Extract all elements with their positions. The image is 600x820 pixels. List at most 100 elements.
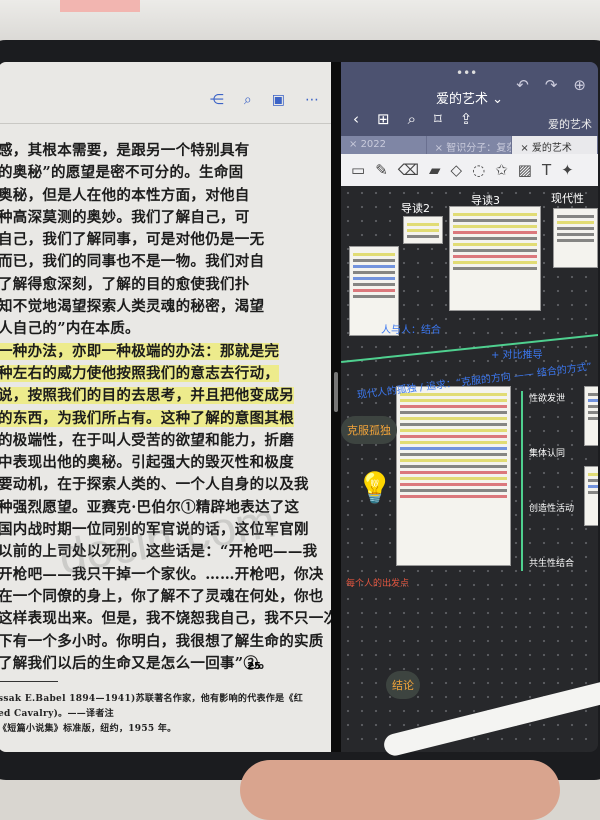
bookmark-icon[interactable]: ⌑ [434,110,442,128]
branch-label: 性欲发泄 [529,394,566,404]
note-canvas[interactable]: 导读2 导读3 现代性 现代人的孤独 / 追求：“克服的方向 —— 结合的方式”… [341,186,598,752]
notes-app-pane: ••• 爱的艺术 ⌄ 爱的艺术 ‹ ⊞ ⌕ ⌑ ⇪ ↶ ↷ ⊕ × 2022 ×… [341,62,598,752]
line-text: 在一个同僚的身上，你了解不了灵魂在何处，你也 [0,587,324,605]
label-blue-note: 人与人：结合 [381,325,441,336]
book-line: 的东西，为我们所占有。这种了解的意图其根 [0,408,331,430]
book-line: 的极端性，在于叫人受苦的欲望和能力，折磨 [0,430,331,452]
line-text: 下有一个多小时。你明白，我很想了解生命的实质 [0,632,324,650]
branch-label: 创造性活动 [529,504,575,514]
side-title[interactable]: 爱的艺术 [548,116,592,132]
line-text: 了解我们以后的生命又是怎么一回事”②。 [0,654,274,672]
text-icon[interactable]: T [542,161,551,179]
book-line: 种左右的威力使他按照我们的意志去行动， [0,363,331,385]
drawing-toolbar: ▭ ✎ ⌫ ▰ ◇ ◌ ✩ ▨ T ✦ [341,154,598,186]
read-mode-icon[interactable]: ▭ [351,161,365,179]
note-clipping-main [396,386,511,566]
line-text: 人自己的”内在本质。 [0,320,140,338]
footnote-rule [0,681,58,683]
line-text: 中表现出他的奥秘。引起强大的毁灭性和极度 [0,454,294,472]
lightbulb-sticker-icon: 💡 [356,471,394,506]
branch-label: 集体认同 [529,449,566,459]
tab-intellectuals[interactable]: × 智识分子：复杂的现代人 [426,136,513,154]
reader-toolbar: ⋲ ⌕ ▣ ⋯ [0,62,331,124]
line-text: 而已，我们的同事也不是一物。我们对自 [0,253,265,271]
label-lead3: 导读3 [471,194,500,207]
split-handle[interactable] [334,372,338,412]
footnotes: ssak E.Babel 1894—1941)苏联著名作家，他有影响的代表作是《… [0,692,331,737]
label-lead2: 导读2 [401,202,430,215]
highlighted-text: 一种办法，亦即一种极端的办法：那就是完 [0,342,280,360]
book-line: 这样表现出来。但是，我不饶恕我自己，我不只一次 [0,608,338,630]
book-line: 了解我们以后的生命又是怎么一回事”②。 [0,653,331,675]
image-icon[interactable]: ▨ [518,161,532,179]
line-text: 感，其根本需要，是跟另一个特别具有 [0,142,250,159]
label-right-top: 现代性 [551,192,584,205]
highlighted-text: 说，按照我们的目的去思考，并且把他变成另 [0,387,294,405]
line-text: 奥秘，但是人在他的本性方面，对他自 [0,186,250,204]
redo-icon[interactable]: ↷ [545,76,558,94]
more-icon[interactable]: ⋯ [305,92,319,108]
notes-header: ••• 爱的艺术 ⌄ 爱的艺术 ‹ ⊞ ⌕ ⌑ ⇪ ↶ ↷ ⊕ [341,62,598,136]
bookmark-icon[interactable]: ▣ [272,92,285,108]
book-line: 在一个同僚的身上，你了解不了灵魂在何处，你也 [0,586,331,608]
share-icon[interactable]: ⋲ [210,92,224,108]
book-line: 的奥秘”的愿望是密不可分的。生命固 [0,162,331,184]
sticky-note [60,0,140,12]
book-line: 下有一个多小时。你明白，我很想了解生命的实质 [0,631,331,653]
label-blue-side: + 对比推导 [491,350,543,361]
footnote: 《短篇小说集》标准版，纽约，1955 年。 [0,724,177,735]
book-line: 知不觉地渴望探索人类灵魂的秘密，渴望 [0,296,331,318]
book-line: 感，其根本需要，是跟另一个特别具有 [0,140,331,162]
highlighter-icon[interactable]: ▰ [429,161,441,179]
search-icon[interactable]: ⌕ [244,92,252,108]
tab-2022[interactable]: × 2022 [341,136,427,154]
document-title[interactable]: 爱的艺术 ⌄ [436,88,503,107]
tab-art-of-loving[interactable]: × 爱的艺术 [512,136,598,154]
eraser-icon[interactable]: ⌫ [398,161,419,179]
section-label: 结论 [386,671,420,699]
laser-pointer-icon[interactable]: ✦ [561,161,574,179]
book-line: 而已，我们的同事也不是一物。我们对自 [0,251,331,273]
note-clipping [584,386,598,446]
shapes-icon[interactable]: ◇ [451,161,463,179]
highlighted-text: 的东西，为我们所占有。这种了解的意图其根 [0,409,294,427]
section-label: 克服孤独 [341,416,397,444]
document-tabs: × 2022 × 智识分子：复杂的现代人 × 爱的艺术 [341,136,598,154]
pen-icon[interactable]: ✎ [375,161,388,179]
book-line: 自己，我们了解同事，可是对他仍是一无 [0,229,331,251]
tablet-device: ⋲ ⌕ ▣ ⋯ 感，其根本需要，是跟另一个特别具有 的奥秘”的愿望是密不可分的。生… [0,40,600,780]
undo-icon[interactable]: ↶ [516,76,529,94]
line-text: 了解得愈深刻，了解的目的愈使我们扑 [0,275,250,293]
sticker-icon[interactable]: ✩ [495,161,508,179]
book-line: 一种办法，亦即一种极端的办法：那就是完 [0,341,331,363]
line-text: 要动机，在于探索人类的、一个人自身的以及我 [0,476,309,494]
book-reader-pane: ⋲ ⌕ ▣ ⋯ 感，其根本需要，是跟另一个特别具有 的奥秘”的愿望是密不可分的。生… [0,62,338,752]
lasso-icon[interactable]: ◌ [472,161,485,179]
book-line: 中表现出他的奥秘。引起强大的毁灭性和极度 [0,452,331,474]
back-icon[interactable]: ‹ [353,110,359,128]
footnote: ed Cavalry)。——译者注 [0,709,114,720]
line-text: 自己，我们了解同事，可是对他仍是一无 [0,231,265,249]
mindmap-bracket [521,391,523,571]
book-line: 要动机，在于探索人类的、一个人自身的以及我 [0,474,331,496]
book-line: 奥秘，但是人在他的本性方面，对他自 [0,185,331,207]
book-line: 了解得愈深刻，了解的目的愈使我们扑 [0,274,331,296]
share-icon[interactable]: ⇪ [460,110,473,128]
book-line: 说，按照我们的目的去思考，并且把他变成另 [0,385,331,407]
footnote: ssak E.Babel 1894—1941)苏联著名作家，他有影响的代表作是《… [0,694,303,705]
note-clipping [584,466,598,526]
section-divider-line [341,333,598,363]
add-page-icon[interactable]: ⊕ [573,76,586,94]
search-icon[interactable]: ⌕ [408,110,416,128]
book-line: 种高深莫测的奥妙。我们了解自己，可 [0,207,331,229]
note-clipping [403,216,443,244]
line-text: 的奥秘”的愿望是密不可分的。生命固 [0,164,244,182]
book-text: 感，其根本需要，是跟另一个特别具有 的奥秘”的愿望是密不可分的。生命固 奥秘，但是人… [0,124,338,737]
line-text: 种高深莫测的奥妙。我们了解自己，可 [0,208,250,226]
highlighted-text: 种左右的威力使他按照我们的意志去行动， [0,364,280,382]
line-text: 知不觉地渴望探索人类灵魂的秘密，渴望 [0,298,265,316]
tablet-screen: ⋲ ⌕ ▣ ⋯ 感，其根本需要，是跟另一个特别具有 的奥秘”的愿望是密不可分的。生… [0,62,598,752]
grid-icon[interactable]: ⊞ [377,110,390,128]
label-red-note: 每个人的出发点 [346,579,410,589]
multitask-dots-icon[interactable]: ••• [456,66,477,80]
